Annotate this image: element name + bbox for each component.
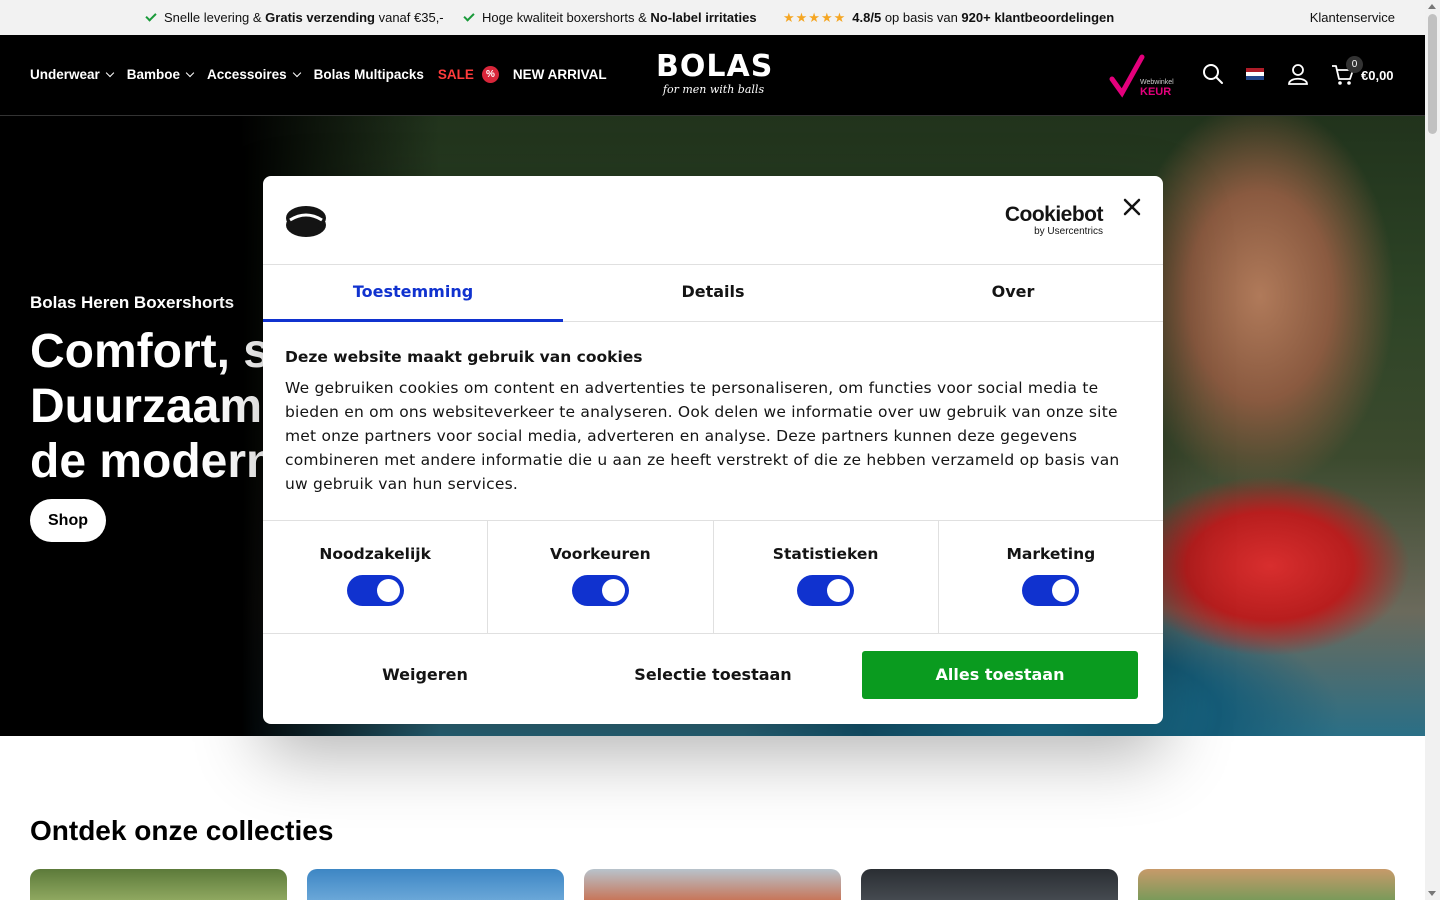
collections-heading: Ontdek onze collecties [30,815,334,846]
nav-bamboe[interactable]: Bamboe [127,67,195,82]
collection-card[interactable] [861,869,1118,900]
chevron-down-icon [292,68,301,77]
check-icon [145,10,157,22]
cookie-consent-dialog: Cookiebot by Usercentrics Toestemming De… [263,176,1163,724]
chevron-down-icon [105,68,115,77]
flag-nl-icon[interactable] [1246,68,1264,80]
category-necessary: Noodzakelijk [263,521,489,633]
cart-total[interactable]: €0,00 [1361,68,1394,83]
collection-card[interactable] [584,869,841,900]
consent-categories: Noodzakelijk Voorkeuren Statistieken Mar… [263,520,1163,634]
hero-kicker: Bolas Heren Boxershorts [30,293,235,312]
announcement-bar: Snelle levering & Gratis verzending vana… [0,0,1425,35]
allow-selection-button[interactable]: Selectie toestaan [575,651,851,699]
necessary-toggle[interactable] [346,575,404,606]
account-icon[interactable] [1287,63,1309,85]
tab-over[interactable]: Over [863,265,1163,321]
tab-toestemming[interactable]: Toestemming [263,265,563,322]
consent-description: We gebruiken cookies om content en adver… [285,379,1120,493]
star-rating-icon: ★★★★★ [783,10,847,25]
svg-text:Webwinkel: Webwinkel [1140,79,1174,86]
deny-button[interactable]: Weigeren [287,651,563,699]
collection-card[interactable] [1138,869,1395,900]
usp-shipping: Snelle levering & Gratis verzending vana… [145,10,444,25]
marketing-toggle[interactable] [1022,575,1080,606]
category-preferences: Voorkeuren [488,521,714,633]
site-mark-icon [286,206,326,237]
category-marketing: Marketing [939,521,1163,633]
consent-tabs: Toestemming Details Over [263,264,1163,322]
nav-underwear[interactable]: Underwear [30,67,115,82]
statistics-toggle[interactable] [797,575,855,606]
sale-badge: % [481,66,499,83]
search-icon[interactable] [1202,63,1224,85]
collection-card[interactable] [307,869,564,900]
shop-button[interactable]: Shop [30,499,106,542]
page-scrollbar[interactable] [1425,0,1440,900]
webwinkel-keur-badge[interactable]: Webwinkel KEUR [1106,53,1178,99]
tab-details[interactable]: Details [563,265,863,321]
check-icon [463,10,475,22]
consent-heading: Deze website maakt gebruik van cookies [285,348,643,366]
main-nav: Underwear Bamboe Accessoires Bolas Multi… [30,66,607,83]
customer-service-link[interactable]: Klantenservice [1310,10,1395,25]
scroll-up-arrow[interactable] [1428,4,1436,9]
category-statistics: Statistieken [714,521,939,633]
svg-text:KEUR: KEUR [1140,86,1171,98]
usp-rating: ★★★★★ 4.8/5 op basis van 920+ klantbeoord… [783,10,1115,25]
nav-accessoires[interactable]: Accessoires [207,67,301,82]
allow-all-button[interactable]: Alles toestaan [862,651,1138,699]
scroll-thumb[interactable] [1428,14,1437,134]
preferences-toggle[interactable] [571,575,629,606]
collection-card[interactable] [30,869,287,900]
scroll-down-arrow[interactable] [1428,891,1436,896]
close-icon[interactable] [1121,196,1143,218]
nav-multipacks[interactable]: Bolas Multipacks [314,67,424,82]
nav-new-arrival[interactable]: NEW ARRIVAL [513,67,607,82]
cookiebot-logo[interactable]: Cookiebot by Usercentrics [1001,204,1104,238]
nav-sale[interactable]: SALE% [438,66,499,83]
chevron-down-icon [185,68,195,77]
site-logo[interactable]: BOLAS for men with balls [656,52,772,97]
site-header: Underwear Bamboe Accessoires Bolas Multi… [0,35,1425,116]
keur-check-icon: Webwinkel KEUR [1109,54,1174,98]
usp-quality: Hoge kwaliteit boxershorts & No-label ir… [463,10,757,25]
hero-title: Comfort, s Duurzaam de modern [30,325,270,488]
